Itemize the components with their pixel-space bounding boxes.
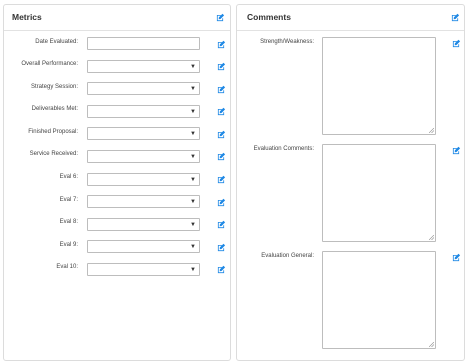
eval-7-label: Eval 7: [59, 197, 78, 203]
eval-10-select[interactable]: ▼ [87, 263, 200, 276]
eval-7-edit-icon[interactable] [217, 198, 226, 207]
eval-8-select[interactable]: ▼ [87, 218, 200, 231]
dropdown-caret-icon: ▼ [190, 131, 196, 137]
comments-edit-icon[interactable] [451, 13, 460, 22]
strength-weakness-label: Strength/Weakness: [260, 39, 314, 45]
comments-header-divider [237, 30, 464, 31]
evaluation-comments-textarea[interactable] [322, 144, 436, 242]
deliverables-met-select[interactable]: ▼ [87, 105, 200, 118]
dropdown-caret-icon: ▼ [190, 109, 196, 115]
dropdown-caret-icon: ▼ [190, 64, 196, 70]
eval-8-edit-icon[interactable] [217, 220, 226, 229]
dropdown-caret-icon: ▼ [190, 244, 196, 250]
metrics-header-divider [4, 30, 230, 31]
dropdown-caret-icon: ▼ [190, 154, 196, 160]
finished-proposal-label: Finished Proposal: [28, 129, 78, 135]
dropdown-caret-icon: ▼ [190, 267, 196, 273]
eval-7-select[interactable]: ▼ [87, 195, 200, 208]
service-received-select[interactable]: ▼ [87, 150, 200, 163]
date-evaluated-label: Date Evaluated: [35, 39, 78, 45]
comments-title: Comments [247, 12, 291, 22]
evaluation-comments-label: Evaluation Comments: [253, 146, 314, 152]
finished-proposal-select[interactable]: ▼ [87, 127, 200, 140]
service-received-edit-icon[interactable] [217, 152, 226, 161]
strategy-session-select[interactable]: ▼ [87, 82, 200, 95]
dropdown-caret-icon: ▼ [190, 177, 196, 183]
eval-9-label: Eval 9: [59, 242, 78, 248]
resize-grip-icon[interactable] [429, 128, 434, 133]
resize-grip-icon[interactable] [429, 342, 434, 347]
strategy-session-edit-icon[interactable] [217, 85, 226, 94]
eval-8-label: Eval 8: [59, 219, 78, 225]
date-evaluated-edit-icon[interactable] [217, 40, 226, 49]
finished-proposal-edit-icon[interactable] [217, 130, 226, 139]
eval-9-select[interactable]: ▼ [87, 240, 200, 253]
evaluation-general-label: Evaluation General: [261, 253, 314, 259]
evaluation-general-edit-icon[interactable] [452, 253, 461, 262]
strength-weakness-edit-icon[interactable] [452, 39, 461, 48]
metrics-title: Metrics [12, 12, 42, 22]
eval-6-select[interactable]: ▼ [87, 173, 200, 186]
evaluation-comments-edit-icon[interactable] [452, 146, 461, 155]
overall-performance-edit-icon[interactable] [217, 62, 226, 71]
eval-6-edit-icon[interactable] [217, 175, 226, 184]
resize-grip-icon[interactable] [429, 235, 434, 240]
strategy-session-label: Strategy Session: [30, 84, 78, 90]
service-received-label: Service Received: [29, 151, 78, 157]
strength-weakness-textarea[interactable] [322, 37, 436, 135]
overall-performance-label: Overall Performance: [21, 61, 78, 67]
dropdown-caret-icon: ▼ [190, 199, 196, 205]
deliverables-met-edit-icon[interactable] [217, 107, 226, 116]
eval-9-edit-icon[interactable] [217, 243, 226, 252]
date-evaluated-input[interactable] [87, 37, 200, 50]
comments-panel: Comments Strength/Weakness: Evaluation C… [236, 4, 465, 361]
evaluation-general-textarea[interactable] [322, 251, 436, 349]
metrics-edit-icon[interactable] [216, 13, 225, 22]
dropdown-caret-icon: ▼ [190, 86, 196, 92]
metrics-panel: Metrics Date Evaluated: Overall Performa… [3, 4, 231, 361]
eval-6-label: Eval 6: [59, 174, 78, 180]
eval-10-edit-icon[interactable] [217, 265, 226, 274]
eval-10-label: Eval 10: [56, 264, 78, 270]
deliverables-met-label: Deliverables Met: [31, 106, 78, 112]
overall-performance-select[interactable]: ▼ [87, 60, 200, 73]
dropdown-caret-icon: ▼ [190, 222, 196, 228]
